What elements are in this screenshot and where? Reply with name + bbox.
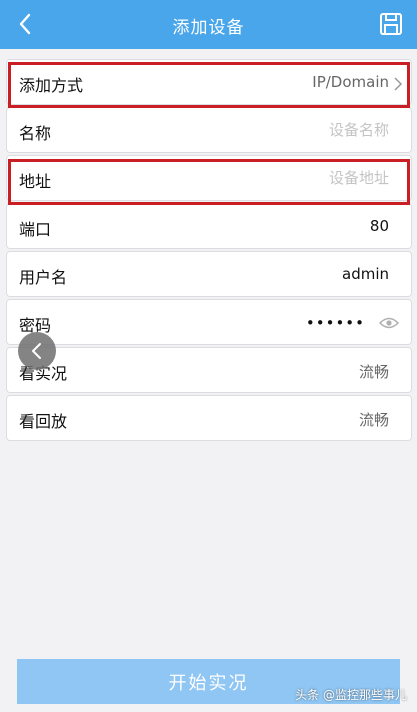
name-label: 名称	[19, 124, 52, 143]
top-bar: 添加设备	[0, 0, 417, 49]
live-quality-value: 流畅	[358, 363, 389, 381]
port-input[interactable]	[219, 215, 389, 237]
address-input[interactable]	[219, 167, 389, 189]
address-label: 地址	[19, 172, 52, 191]
playback-quality-value: 流畅	[358, 411, 389, 429]
add-method-row[interactable]: 添加方式 IP/Domain	[6, 59, 412, 105]
name-row: 名称	[6, 107, 412, 153]
watermark: 头条 @监控那些事儿	[295, 688, 407, 702]
username-label: 用户名	[19, 268, 68, 287]
port-row: 端口	[6, 203, 412, 249]
playback-quality-label: 看回放	[19, 412, 68, 431]
device-form: 添加方式 IP/Domain 名称 地址 端口 用户名 密码 ••••••	[6, 59, 412, 443]
live-quality-row[interactable]: 看实况 流畅	[6, 347, 412, 393]
name-input[interactable]	[219, 119, 389, 141]
floating-back-button[interactable]	[18, 332, 56, 370]
add-method-label: 添加方式	[19, 76, 84, 95]
port-label: 端口	[19, 220, 52, 239]
username-input[interactable]	[219, 263, 389, 285]
username-row: 用户名	[6, 251, 412, 297]
address-row: 地址	[6, 155, 412, 201]
save-icon[interactable]	[378, 11, 404, 37]
chevron-left-icon	[32, 343, 41, 359]
page-title: 添加设备	[172, 18, 245, 38]
eye-icon[interactable]	[378, 315, 400, 331]
playback-quality-row[interactable]: 看回放 流畅	[6, 395, 412, 441]
chevron-right-icon	[393, 76, 403, 91]
password-input[interactable]: ••••••	[306, 314, 365, 332]
add-method-value: IP/Domain	[312, 73, 389, 91]
password-row: 密码 ••••••	[6, 299, 412, 345]
